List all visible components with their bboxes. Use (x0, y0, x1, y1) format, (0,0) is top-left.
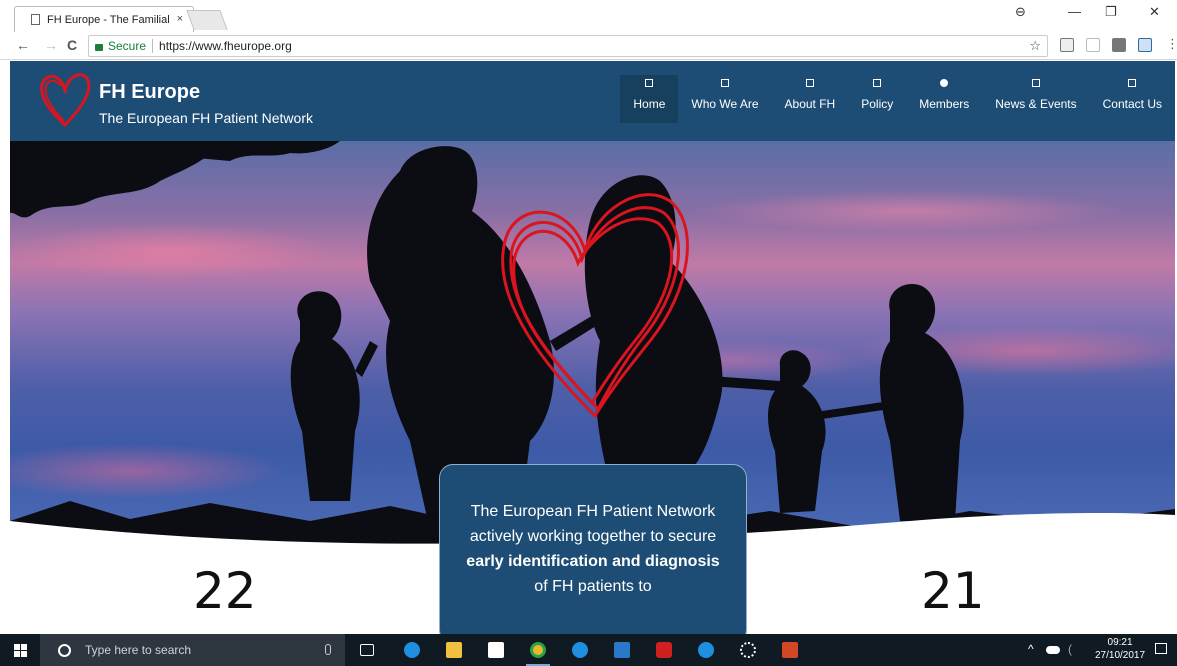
home-icon (645, 79, 654, 87)
nav-members[interactable]: Members (906, 75, 982, 123)
extension-icon-1[interactable] (1060, 38, 1074, 52)
new-tab-button[interactable] (186, 10, 228, 30)
close-window-button[interactable]: ✕ (1149, 4, 1160, 20)
screen: FH Europe - The Familial × ⊖ — ❐ ✕ ← → C… (0, 0, 1177, 666)
tab-close-icon[interactable]: × (177, 13, 183, 25)
clock-time: 09:21 (1107, 637, 1133, 648)
cortana-icon (58, 643, 71, 657)
forward-button[interactable]: → (44, 37, 58, 53)
nav-who-we-are-label: Who We Are (691, 97, 759, 111)
mission-text-2: of FH patients to (534, 578, 652, 595)
task-view-icon[interactable] (360, 644, 374, 656)
tab-title: FH Europe - The Familial (47, 13, 170, 26)
settings-gear-icon[interactable] (740, 642, 756, 658)
nav-policy-label: Policy (861, 97, 894, 111)
nav-news-events-label: News & Events (995, 97, 1077, 111)
extension-icon-3[interactable] (1112, 38, 1126, 52)
taskbar-clock[interactable]: 09:21 27/10/2017 (1095, 636, 1145, 662)
nav-contact-us[interactable]: Contact Us (1090, 75, 1175, 123)
browser-tab[interactable]: FH Europe - The Familial × (14, 6, 194, 32)
nav-about-fh-label: About FH (784, 97, 836, 111)
restore-button[interactable]: ❐ (1105, 4, 1117, 20)
file-explorer-icon[interactable] (446, 642, 462, 658)
nav-policy[interactable]: Policy (848, 75, 906, 123)
profile-icon[interactable]: ⊖ (1015, 4, 1026, 20)
clock-date: 27/10/2017 (1095, 650, 1146, 661)
edge-browser-icon[interactable] (404, 642, 420, 658)
policy-icon (873, 79, 882, 87)
calendar-icon (1031, 79, 1040, 87)
chrome-icon[interactable] (530, 642, 546, 658)
secure-label: Secure (108, 39, 147, 53)
nav-news-events[interactable]: News & Events (982, 75, 1089, 123)
windows-taskbar: Type here to search ^ ( 09:21 27/10/2017 (0, 634, 1177, 666)
site-header: FH Europe The European FH Patient Networ… (10, 61, 1175, 141)
microphone-icon[interactable] (325, 644, 331, 655)
nav-about-fh[interactable]: About FH (772, 75, 849, 123)
page-icon (31, 14, 40, 25)
brand-subtitle: The European FH Patient Network (99, 110, 313, 126)
bookmark-star-icon[interactable]: ☆ (1029, 38, 1041, 54)
nav-who-we-are[interactable]: Who We Are (678, 75, 771, 123)
extension-icon-2[interactable] (1086, 38, 1100, 52)
mission-text-bold: early identification and diagnosis (466, 553, 720, 570)
windows-start-icon[interactable] (14, 644, 27, 657)
browser-menu-icon[interactable]: ⋮ (1166, 36, 1177, 52)
browser-tabstrip: FH Europe - The Familial × ⊖ — ❐ ✕ (0, 0, 1177, 32)
search-placeholder: Type here to search (85, 643, 192, 657)
lock-icon (95, 43, 103, 51)
skype-icon[interactable] (698, 642, 714, 658)
outlook-icon[interactable] (614, 642, 630, 658)
extension-icon-4[interactable] (1138, 38, 1152, 52)
info-icon (805, 79, 814, 87)
taskbar-search-box[interactable]: Type here to search (40, 634, 345, 666)
reload-button[interactable]: C (67, 37, 77, 53)
envelope-icon (1128, 79, 1137, 87)
notification-icon[interactable] (1155, 643, 1167, 654)
store-icon[interactable] (488, 642, 504, 658)
members-icon (940, 79, 949, 87)
tray-chevron-icon[interactable]: ^ (1028, 642, 1034, 656)
stat-right-number: 21 (921, 562, 985, 620)
powerpoint-icon[interactable] (782, 642, 798, 658)
nav-members-label: Members (919, 97, 970, 111)
logo-heart-icon[interactable] (38, 69, 92, 129)
minimize-button[interactable]: — (1068, 4, 1081, 19)
browser-toolbar: ← → C Secure https://www.fheurope.org ☆ … (0, 32, 1177, 60)
mission-text-1: The European FH Patient Network actively… (469, 503, 717, 545)
internet-explorer-icon[interactable] (572, 642, 588, 658)
nav-home-label: Home (633, 97, 666, 111)
wifi-icon[interactable]: ( (1068, 642, 1072, 656)
brand-title[interactable]: FH Europe (99, 81, 200, 104)
power-app-icon[interactable] (656, 642, 672, 658)
stat-left-number: 22 (193, 562, 257, 620)
address-separator (152, 39, 154, 53)
back-button[interactable]: ← (16, 37, 30, 53)
main-nav: Home Who We Are About FH Policy Members … (620, 75, 1175, 127)
group-icon (720, 79, 729, 87)
mission-card: The European FH Patient Network actively… (439, 464, 747, 644)
nav-home[interactable]: Home (620, 75, 679, 123)
onedrive-icon[interactable] (1046, 646, 1060, 654)
nav-contact-us-label: Contact Us (1102, 97, 1162, 111)
address-bar[interactable]: Secure https://www.fheurope.org ☆ (88, 35, 1048, 57)
url-text: https://www.fheurope.org (159, 39, 292, 53)
